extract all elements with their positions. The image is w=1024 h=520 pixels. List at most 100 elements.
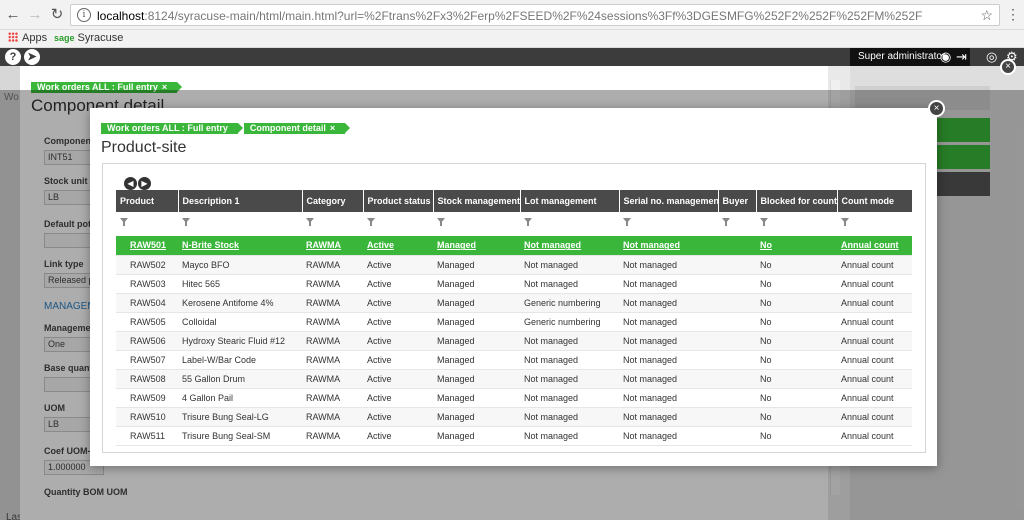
filter-cell[interactable] bbox=[302, 212, 363, 230]
filter-icon[interactable] bbox=[306, 218, 314, 226]
app-header: ? ➤ Super administrator ◉ ⇥ ◎ ⚙ bbox=[0, 48, 1024, 66]
filter-icon[interactable] bbox=[524, 218, 532, 226]
table-cell[interactable]: RAW507 bbox=[116, 350, 178, 370]
table-cell: Not managed bbox=[520, 274, 619, 294]
table-cell: Not managed bbox=[520, 388, 619, 408]
table-row[interactable]: RAW511 Trisure Bung Seal-SM RAWMA Active Man… bbox=[116, 426, 912, 446]
table-cell: Active bbox=[363, 426, 433, 446]
table-row[interactable]: RAW509 4 Gallon Pail RAWMA Active Managed Not… bbox=[116, 388, 912, 408]
crumb-component-detail[interactable]: Component detail × bbox=[243, 123, 351, 134]
help-icon[interactable]: ? bbox=[5, 49, 21, 65]
globe-icon[interactable]: ◎ bbox=[986, 48, 997, 66]
crumb-work-orders-modal[interactable]: Work orders ALL : Full entry bbox=[101, 123, 243, 134]
table-row[interactable]: RAW510 Trisure Bung Seal-LG RAWMA Active Man… bbox=[116, 407, 912, 427]
filter-icon[interactable] bbox=[367, 218, 375, 226]
filter-cell[interactable] bbox=[433, 212, 520, 230]
table-cell: Not managed bbox=[619, 388, 718, 408]
column-header[interactable]: Count mode bbox=[837, 190, 913, 212]
filter-cell[interactable] bbox=[178, 212, 302, 230]
next-page-icon[interactable]: ▶ bbox=[138, 177, 151, 190]
table-row[interactable]: RAW501 N-Brite Stock RAWMA Active Managed Not… bbox=[116, 236, 912, 256]
close-modal-icon[interactable]: × bbox=[928, 100, 945, 117]
table-cell: Mayco BFO bbox=[178, 255, 302, 275]
forward-arrow-icon[interactable]: → bbox=[26, 6, 44, 24]
filter-cell[interactable] bbox=[619, 212, 718, 230]
prev-page-icon[interactable]: ◀ bbox=[124, 177, 137, 190]
table-cell[interactable]: RAW503 bbox=[116, 274, 178, 294]
table-cell: RAWMA bbox=[302, 331, 363, 351]
table-cell: 55 Gallon Drum bbox=[178, 369, 302, 389]
column-header[interactable]: Category bbox=[302, 190, 364, 212]
filter-icon[interactable] bbox=[841, 218, 849, 226]
table-cell[interactable]: RAW510 bbox=[116, 407, 178, 427]
column-header[interactable]: Stock management bbox=[433, 190, 521, 212]
bookmark-apps[interactable]: Apps bbox=[8, 32, 47, 44]
filter-cell[interactable] bbox=[756, 212, 837, 230]
table-cell: Active bbox=[363, 293, 433, 313]
table-cell: RAWMA bbox=[302, 236, 363, 256]
table-row[interactable]: RAW507 Label-W/Bar Code RAWMA Active Managed… bbox=[116, 350, 912, 370]
table-cell[interactable]: RAW511 bbox=[116, 426, 178, 446]
table-cell[interactable]: RAW508 bbox=[116, 369, 178, 389]
filter-cell[interactable] bbox=[520, 212, 619, 230]
table-cell: No bbox=[756, 293, 837, 313]
user-menu[interactable]: Super administrator bbox=[850, 48, 970, 66]
filter-icon[interactable] bbox=[623, 218, 631, 226]
filter-icon[interactable] bbox=[120, 218, 128, 226]
address-bar[interactable]: i localhost:8124/syracuse-main/html/main… bbox=[70, 4, 1000, 26]
browser-menu-icon[interactable]: ⋮ bbox=[1006, 7, 1020, 21]
filter-cell[interactable] bbox=[116, 212, 178, 230]
user-avatar-icon[interactable]: ◉ bbox=[940, 48, 951, 66]
table-cell: Annual count bbox=[837, 255, 912, 275]
column-header[interactable]: Serial no. management bbox=[619, 190, 719, 212]
column-header[interactable]: Lot management bbox=[520, 190, 620, 212]
table-cell[interactable]: RAW506 bbox=[116, 331, 178, 351]
table-row[interactable]: RAW506 Hydroxy Stearic Fluid #12 RAWMA Acti… bbox=[116, 331, 912, 351]
table-cell: Annual count bbox=[837, 331, 912, 351]
filter-icon[interactable] bbox=[760, 218, 768, 226]
table-cell: Not managed bbox=[619, 236, 718, 256]
column-header[interactable]: Blocked for count bbox=[756, 190, 838, 212]
table-cell: Managed bbox=[433, 255, 520, 275]
table-row[interactable]: RAW502 Mayco BFO RAWMA Active Managed Not man… bbox=[116, 255, 912, 275]
table-cell: Active bbox=[363, 255, 433, 275]
table-cell: No bbox=[756, 255, 837, 275]
column-header[interactable]: Product status bbox=[363, 190, 434, 212]
table-cell: Annual count bbox=[837, 274, 912, 294]
table-cell: Managed bbox=[433, 293, 520, 313]
table-cell[interactable]: RAW505 bbox=[116, 312, 178, 332]
table-cell: No bbox=[756, 426, 837, 446]
back-arrow-icon[interactable]: ← bbox=[4, 6, 22, 24]
bookmark-syracuse[interactable]: sage Syracuse bbox=[54, 32, 123, 44]
filter-icon[interactable] bbox=[437, 218, 445, 226]
filter-icon[interactable] bbox=[722, 218, 730, 226]
reload-icon[interactable]: ↻ bbox=[48, 6, 66, 24]
close-component-detail-icon[interactable]: × bbox=[1000, 59, 1016, 75]
table-cell: Kerosene Antifome 4% bbox=[178, 293, 302, 313]
rocket-icon[interactable]: ➤ bbox=[24, 49, 40, 65]
column-header[interactable]: Buyer bbox=[718, 190, 757, 212]
table-row[interactable]: RAW504 Kerosene Antifome 4% RAWMA Active Man… bbox=[116, 293, 912, 313]
column-header[interactable]: Product bbox=[116, 190, 179, 212]
table-row[interactable]: RAW508 55 Gallon Drum RAWMA Active Managed No… bbox=[116, 369, 912, 389]
column-header[interactable]: Description 1 bbox=[178, 190, 303, 212]
table-cell: No bbox=[756, 388, 837, 408]
table-cell[interactable]: RAW502 bbox=[116, 255, 178, 275]
filter-cell[interactable] bbox=[363, 212, 433, 230]
filter-cell[interactable] bbox=[837, 212, 912, 230]
table-cell: No bbox=[756, 236, 837, 256]
table-row[interactable]: RAW503 Hitec 565 RAWMA Active Managed Not man… bbox=[116, 274, 912, 294]
table-cell[interactable]: RAW509 bbox=[116, 388, 178, 408]
info-icon[interactable]: i bbox=[77, 8, 91, 22]
table-cell[interactable]: RAW501 bbox=[116, 236, 178, 256]
filter-cell[interactable] bbox=[718, 212, 756, 230]
table-row[interactable]: RAW505 Colloidal RAWMA Active Managed Generic… bbox=[116, 312, 912, 332]
table-cell[interactable]: RAW504 bbox=[116, 293, 178, 313]
table-cell: Managed bbox=[433, 274, 520, 294]
table-cell: Managed bbox=[433, 388, 520, 408]
bookmark-star-icon[interactable]: ☆ bbox=[980, 7, 993, 24]
table-cell: Annual count bbox=[837, 293, 912, 313]
table-cell: Not managed bbox=[520, 331, 619, 351]
filter-icon[interactable] bbox=[182, 218, 190, 226]
logout-icon[interactable]: ⇥ bbox=[956, 48, 967, 66]
